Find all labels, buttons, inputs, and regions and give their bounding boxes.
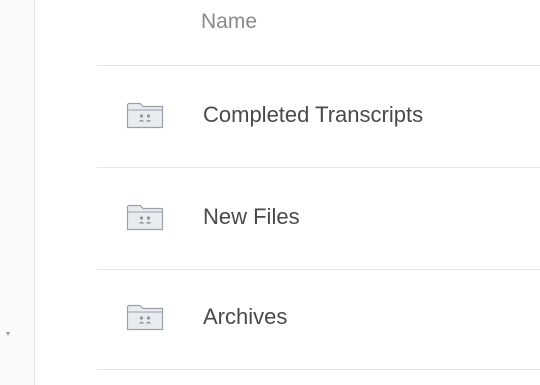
file-browser: Name Completed Transcripts New Files Arc…: [0, 0, 540, 385]
caret-icon[interactable]: [6, 332, 10, 336]
list-item[interactable]: Completed Transcripts: [97, 67, 540, 168]
list-item[interactable]: Archives: [97, 269, 540, 370]
shared-folder-icon: [126, 102, 164, 129]
left-sidebar-rail: [0, 0, 35, 385]
file-name[interactable]: Archives: [203, 303, 287, 331]
shared-folder-icon: [126, 204, 164, 231]
list-header: Name: [97, 0, 540, 66]
file-name[interactable]: New Files: [203, 203, 300, 231]
column-header-name[interactable]: Name: [201, 8, 257, 36]
list-item[interactable]: New Files: [97, 169, 540, 270]
shared-folder-icon: [126, 304, 164, 331]
file-name[interactable]: Completed Transcripts: [203, 101, 423, 129]
file-list: Name Completed Transcripts New Files Arc…: [97, 0, 540, 385]
